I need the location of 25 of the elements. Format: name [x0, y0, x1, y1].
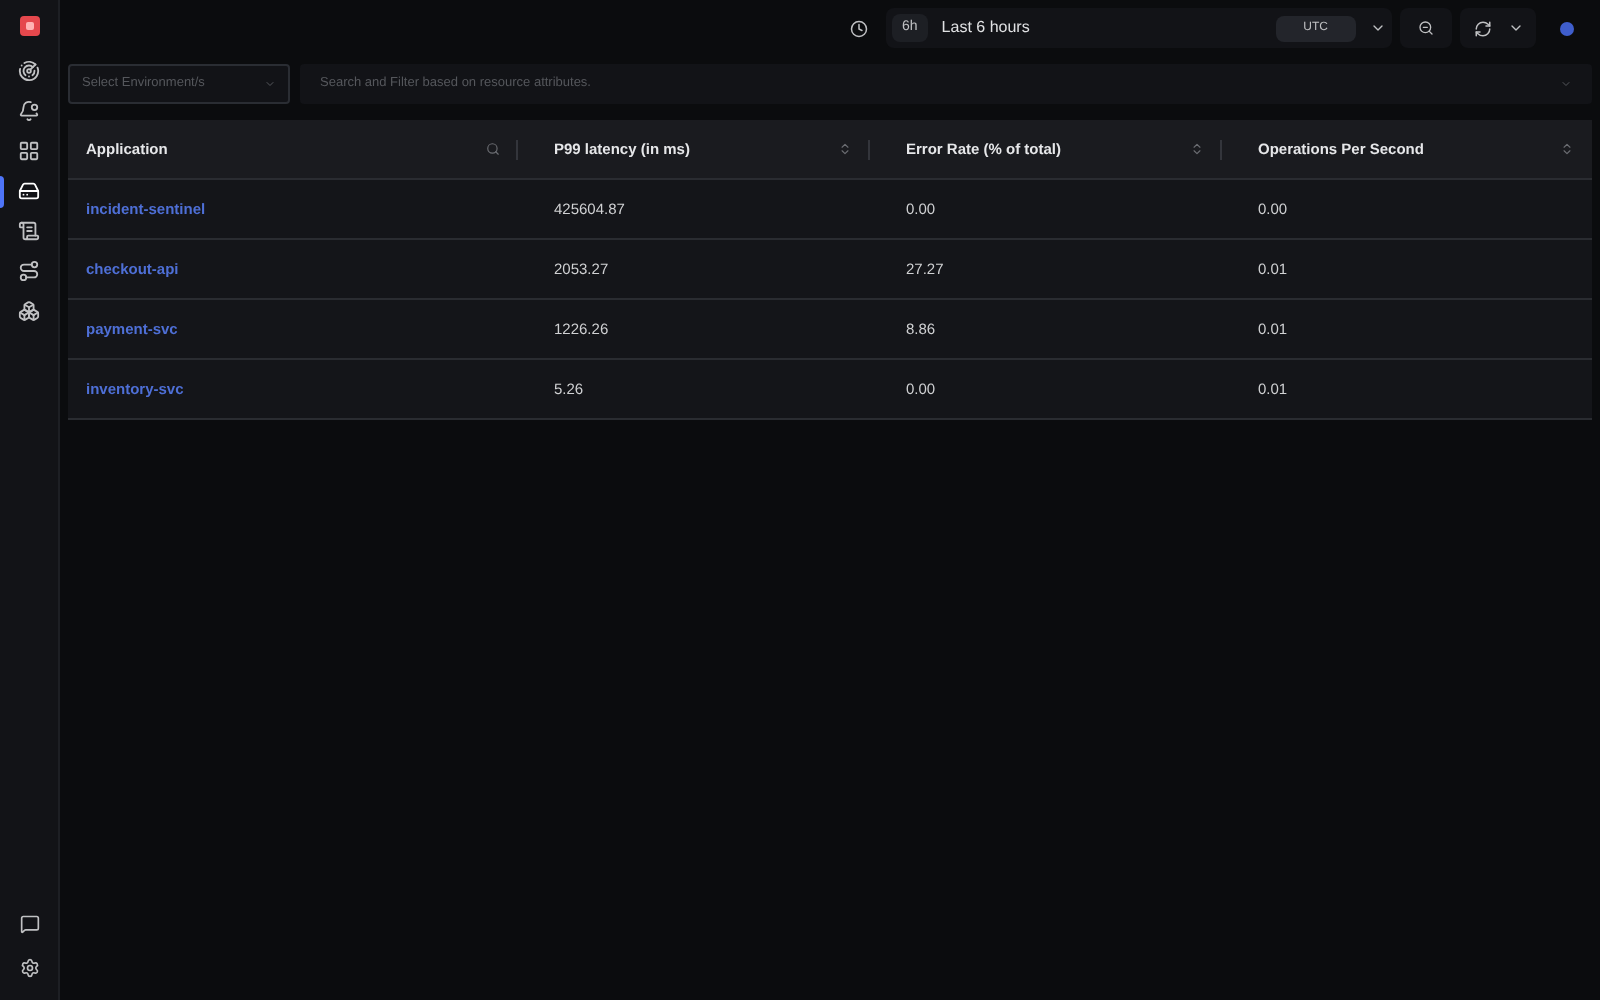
- route-icon[interactable]: [18, 260, 40, 282]
- settings-icon[interactable]: [19, 958, 39, 978]
- chevron-down-icon[interactable]: [1370, 20, 1386, 36]
- chevron-down-icon: [264, 78, 276, 90]
- search-icon[interactable]: [486, 142, 500, 156]
- boxes-icon[interactable]: [18, 300, 40, 322]
- scroll-icon[interactable]: [18, 220, 40, 242]
- zoom-out-icon: [1418, 20, 1434, 36]
- sort-icon[interactable]: [838, 142, 852, 156]
- drive-icon[interactable]: [18, 180, 40, 202]
- chat-icon[interactable]: [19, 914, 39, 934]
- sort-icon[interactable]: [1560, 142, 1574, 156]
- bell-icon[interactable]: [18, 100, 40, 122]
- chevron-down-icon[interactable]: [1507, 20, 1523, 36]
- range-label: Last 6 hours: [941, 16, 1032, 40]
- clock-icon: [850, 19, 868, 37]
- chevron-down-icon: [1560, 78, 1572, 90]
- zoom-out-button[interactable]: [1400, 8, 1452, 48]
- radar-icon[interactable]: [18, 60, 40, 82]
- grid-icon[interactable]: [18, 140, 40, 162]
- status-icon[interactable]: [1559, 21, 1573, 35]
- refresh-button[interactable]: [1460, 8, 1536, 48]
- sort-icon[interactable]: [1190, 142, 1204, 156]
- refresh-icon: [1473, 19, 1491, 37]
- logo-icon[interactable]: [19, 16, 39, 36]
